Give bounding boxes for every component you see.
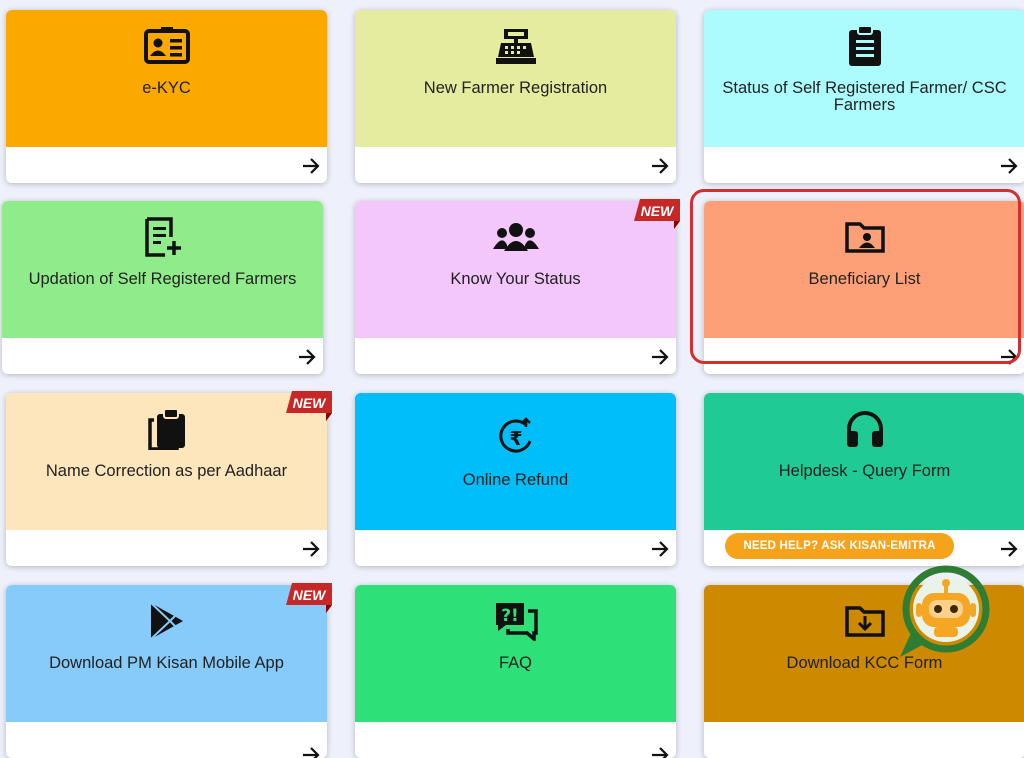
card-top xyxy=(355,393,676,530)
new-badge: NEW xyxy=(286,583,332,613)
help-pill-text: NEED HELP? ASK KISAN-EMITRA xyxy=(743,540,936,552)
card-know-your-status[interactable]: Know Your Status xyxy=(355,201,676,374)
card-name-correction[interactable]: Name Correction as per Aadhaar xyxy=(6,393,327,566)
arrow-right-icon[interactable] xyxy=(650,348,670,366)
card-label: FAQ xyxy=(498,654,532,672)
card-footer xyxy=(6,530,327,566)
id-card-icon xyxy=(143,24,191,68)
arrow-right-icon[interactable] xyxy=(297,348,317,366)
card-updation-self-registered[interactable]: Updation of Self Registered Farmers xyxy=(2,201,323,374)
card-footer xyxy=(704,722,1024,758)
card-label: Helpdesk - Query Form xyxy=(778,462,951,480)
faq-chat-icon: ?! xyxy=(492,599,540,643)
arrow-right-icon[interactable] xyxy=(301,157,321,175)
card-e-kyc[interactable]: e-KYC xyxy=(6,10,327,183)
arrow-right-icon[interactable] xyxy=(650,540,670,558)
card-label: Beneficiary List xyxy=(808,270,921,288)
card-label: Know Your Status xyxy=(450,270,581,288)
card-footer xyxy=(6,722,327,758)
card-label: Updation of Self Registered Farmers xyxy=(28,270,297,288)
card-status-self-registered[interactable]: Status of Self Registered Farmer/ CSC Fa… xyxy=(704,10,1024,183)
card-label: Status of Self Registered Farmer/ CSC Fa… xyxy=(722,79,1007,114)
arrow-right-icon[interactable] xyxy=(999,157,1019,175)
card-label: Name Correction as per Aadhaar xyxy=(45,462,288,480)
card-download-app[interactable]: Download PM Kisan Mobile App xyxy=(6,585,327,758)
headphones-icon xyxy=(841,407,889,451)
svg-text:₹: ₹ xyxy=(509,428,522,450)
new-badge: NEW xyxy=(286,391,332,421)
new-badge: NEW xyxy=(634,199,680,229)
card-beneficiary-list[interactable]: Beneficiary List xyxy=(704,201,1024,374)
folder-download-icon xyxy=(841,599,889,643)
users-group-icon xyxy=(492,215,540,259)
card-faq[interactable]: ?! FAQ xyxy=(355,585,676,758)
card-footer xyxy=(704,147,1024,183)
card-new-farmer-registration[interactable]: New Farmer Registration xyxy=(355,10,676,183)
play-store-icon xyxy=(143,599,191,643)
svg-text:?!: ?! xyxy=(501,606,519,626)
paste-icon xyxy=(143,407,191,451)
card-label: New Farmer Registration xyxy=(423,79,608,97)
cash-register-icon xyxy=(492,24,540,68)
arrow-right-icon[interactable] xyxy=(301,540,321,558)
card-label: e-KYC xyxy=(142,79,191,97)
chatbot-icon[interactable] xyxy=(898,565,994,661)
arrow-right-icon[interactable] xyxy=(999,540,1019,558)
folder-user-icon xyxy=(841,215,889,259)
clipboard-list-icon xyxy=(841,24,889,68)
arrow-right-icon[interactable] xyxy=(999,348,1019,366)
card-label: Online Refund xyxy=(462,471,569,489)
card-footer xyxy=(355,530,676,566)
new-badge-text: NEW xyxy=(293,395,327,411)
kisan-emitra-help-button[interactable]: NEED HELP? ASK KISAN-EMITRA xyxy=(725,533,954,559)
new-badge-text: NEW xyxy=(641,203,675,219)
card-footer xyxy=(2,338,323,374)
card-online-refund[interactable]: ₹ Online Refund xyxy=(355,393,676,566)
arrow-right-icon[interactable] xyxy=(650,157,670,175)
card-footer xyxy=(355,722,676,758)
arrow-right-icon[interactable] xyxy=(301,746,321,758)
card-footer xyxy=(6,147,327,183)
new-badge-text: NEW xyxy=(293,587,327,603)
card-footer xyxy=(355,338,676,374)
document-add-icon xyxy=(139,215,187,259)
card-label: Download PM Kisan Mobile App xyxy=(49,654,284,672)
card-footer xyxy=(355,147,676,183)
arrow-right-icon[interactable] xyxy=(650,746,670,758)
rupee-refund-icon: ₹ xyxy=(492,415,540,459)
card-footer xyxy=(704,338,1024,374)
